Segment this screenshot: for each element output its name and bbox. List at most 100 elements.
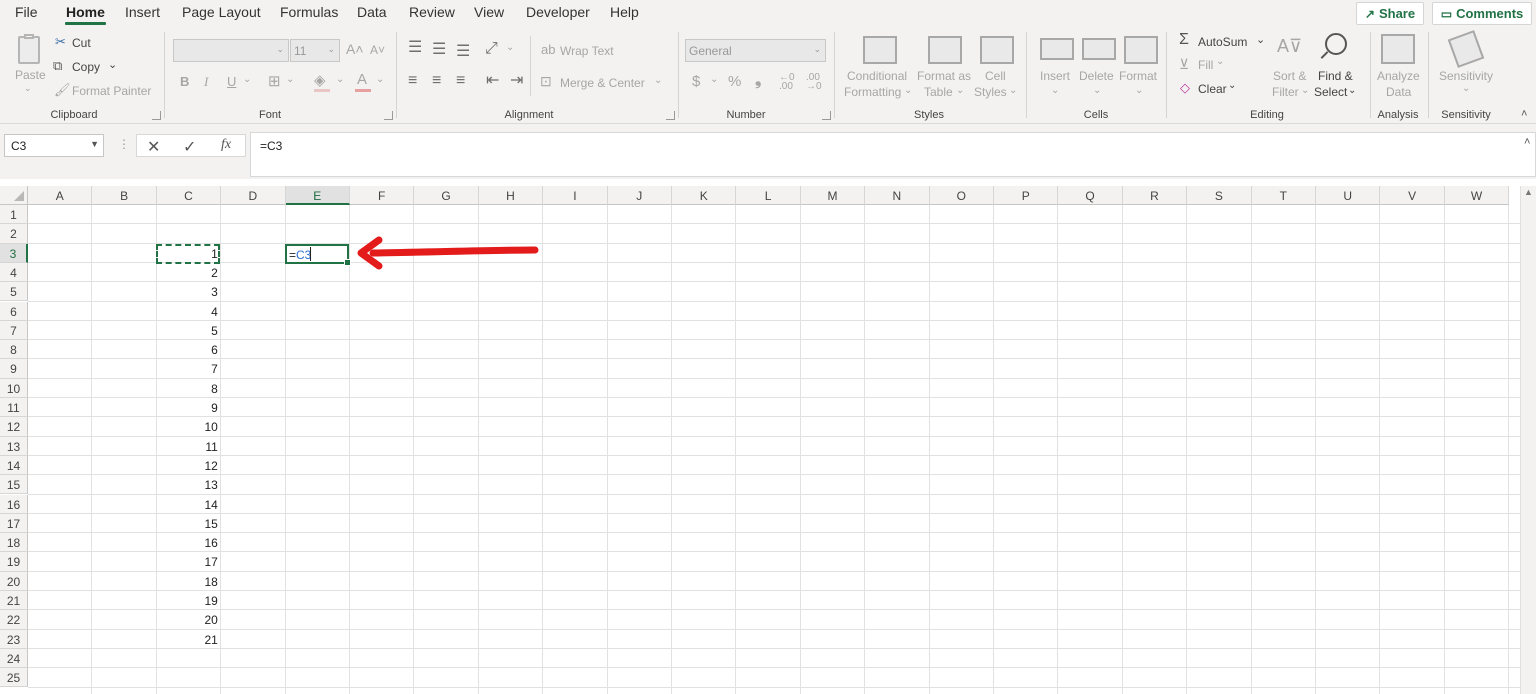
insert-function-icon[interactable]: fx	[221, 137, 231, 153]
tab-page-layout[interactable]: Page Layout	[182, 4, 261, 20]
enter-icon[interactable]: ✓	[183, 137, 196, 157]
chevron-down-icon[interactable]: ⌄	[710, 74, 718, 85]
cancel-icon[interactable]: ✕	[147, 137, 160, 157]
number-format-dropdown[interactable]: General ⌄	[685, 39, 826, 62]
row-header-25[interactable]: 25	[0, 668, 28, 688]
column-header-g[interactable]: G	[414, 186, 479, 205]
chevron-down-icon[interactable]: ⌄	[1009, 85, 1017, 96]
borders-icon[interactable]: ⊞	[268, 72, 281, 90]
sort-filter-label-2[interactable]: Filter	[1272, 85, 1299, 99]
tab-home[interactable]: Home	[65, 4, 106, 25]
tab-developer[interactable]: Developer	[526, 4, 590, 20]
cell-c7[interactable]: 5	[157, 321, 221, 340]
cell-c19[interactable]: 17	[157, 552, 221, 571]
alignment-launcher-icon[interactable]	[666, 111, 675, 120]
sort-filter-label-1[interactable]: Sort &	[1273, 69, 1306, 83]
font-color-icon[interactable]: A	[357, 71, 367, 88]
chevron-down-icon[interactable]: ⌄	[1348, 85, 1356, 96]
find-select-label-1[interactable]: Find &	[1318, 69, 1353, 83]
cell-c21[interactable]: 19	[157, 591, 221, 610]
chevron-down-icon[interactable]: ⌄	[1051, 85, 1059, 96]
cell-c23[interactable]: 21	[157, 630, 221, 649]
copy-dropdown-icon[interactable]: ⌄	[108, 58, 117, 71]
row-header-12[interactable]: 12	[0, 417, 28, 437]
align-right-icon[interactable]: ≡	[456, 73, 465, 89]
column-header-d[interactable]: D	[221, 186, 286, 205]
column-header-u[interactable]: U	[1316, 186, 1381, 205]
chevron-down-icon[interactable]: ⌄	[376, 74, 384, 85]
row-header-10[interactable]: 10	[0, 378, 28, 398]
fill-button[interactable]: Fill	[1198, 58, 1213, 72]
column-header-i[interactable]: I	[543, 186, 608, 205]
comma-style-icon[interactable]: ❟	[755, 72, 761, 90]
row-header-15[interactable]: 15	[0, 475, 28, 495]
chevron-down-icon[interactable]: ⌄	[654, 75, 662, 86]
number-launcher-icon[interactable]	[822, 111, 831, 120]
autosum-button[interactable]: AutoSum	[1198, 35, 1247, 49]
cell-c16[interactable]: 14	[157, 495, 221, 514]
cell-styles-label-1[interactable]: Cell	[985, 69, 1006, 83]
chevron-down-icon[interactable]: ⌄	[1256, 33, 1265, 46]
column-header-f[interactable]: F	[350, 186, 415, 205]
delete-cells-button[interactable]: Delete	[1079, 69, 1114, 83]
chevron-down-icon[interactable]: ⌄	[1135, 85, 1143, 96]
align-bottom-icon[interactable]: ☰	[456, 44, 470, 60]
cell-c20[interactable]: 18	[157, 572, 221, 591]
align-center-icon[interactable]: ≡	[432, 73, 441, 89]
row-header-16[interactable]: 16	[0, 494, 28, 514]
insert-cells-button[interactable]: Insert	[1040, 69, 1070, 83]
underline-icon[interactable]: U	[227, 74, 236, 89]
clear-button[interactable]: Clear	[1198, 82, 1227, 96]
tab-formulas[interactable]: Formulas	[280, 4, 338, 20]
increase-indent-icon[interactable]: ⇥	[510, 73, 523, 89]
row-header-24[interactable]: 24	[0, 648, 28, 669]
chevron-down-icon[interactable]: ⌄	[956, 85, 964, 96]
more-options-icon[interactable]: ⋮	[118, 137, 130, 151]
column-header-q[interactable]: Q	[1058, 186, 1123, 205]
row-header-22[interactable]: 22	[0, 610, 28, 630]
cell-c12[interactable]: 10	[157, 417, 221, 436]
wrap-text-button[interactable]: Wrap Text	[560, 44, 614, 58]
column-header-r[interactable]: R	[1122, 186, 1188, 205]
italic-icon[interactable]: I	[204, 74, 208, 90]
tab-view[interactable]: View	[474, 4, 504, 20]
chevron-down-icon[interactable]: ⌄	[1301, 85, 1309, 96]
worksheet-grid[interactable]: ABCDEFGHIJKLMNOPQRSTUVW 1 2 3 4 5 6 7 8 9 10 11 12 1…	[0, 186, 1536, 694]
cell-c17[interactable]: 15	[157, 514, 221, 533]
find-select-label-2[interactable]: Select	[1314, 85, 1347, 99]
column-header-t[interactable]: T	[1251, 186, 1316, 205]
analyze-data-label-1[interactable]: Analyze	[1377, 69, 1420, 83]
column-header-j[interactable]: J	[607, 186, 672, 205]
clipboard-launcher-icon[interactable]	[152, 111, 161, 120]
row-header-5[interactable]: 5	[0, 282, 28, 302]
row-header-6[interactable]: 6	[0, 301, 28, 321]
column-header-c[interactable]: C	[156, 186, 222, 205]
column-header-s[interactable]: S	[1187, 186, 1252, 205]
cell-c15[interactable]: 13	[157, 475, 221, 494]
cell-c13[interactable]: 11	[157, 437, 221, 456]
column-header-h[interactable]: H	[478, 186, 544, 205]
collapse-ribbon-icon[interactable]: ˄	[1521, 108, 1527, 120]
select-all-button[interactable]	[0, 186, 28, 205]
row-header-21[interactable]: 21	[0, 591, 28, 611]
row-header-7[interactable]: 7	[0, 320, 28, 341]
format-as-table-label-2[interactable]: Table	[924, 85, 953, 99]
cell-c18[interactable]: 16	[157, 533, 221, 552]
align-left-icon[interactable]: ≡	[408, 73, 417, 89]
orientation-icon[interactable]: ⤢	[485, 41, 498, 57]
column-header-l[interactable]: L	[736, 186, 801, 205]
column-header-n[interactable]: N	[865, 186, 930, 205]
row-header-11[interactable]: 11	[0, 398, 28, 418]
share-button[interactable]: ↗ Share	[1356, 2, 1424, 25]
cell-styles-label-2[interactable]: Styles	[974, 85, 1007, 99]
font-size-dropdown[interactable]: 11 ⌄	[290, 39, 340, 62]
conditional-formatting-label-1[interactable]: Conditional	[847, 69, 907, 83]
formula-input[interactable]: =C3	[250, 132, 1536, 177]
row-header-20[interactable]: 20	[0, 571, 28, 591]
tab-review[interactable]: Review	[409, 4, 455, 20]
row-header-17[interactable]: 17	[0, 513, 28, 534]
vertical-scrollbar[interactable]: ▲	[1520, 186, 1536, 694]
conditional-formatting-label-2[interactable]: Formatting	[844, 85, 901, 99]
increase-decimal-icon[interactable]: ←0.00	[779, 73, 795, 92]
cell-c22[interactable]: 20	[157, 610, 221, 629]
